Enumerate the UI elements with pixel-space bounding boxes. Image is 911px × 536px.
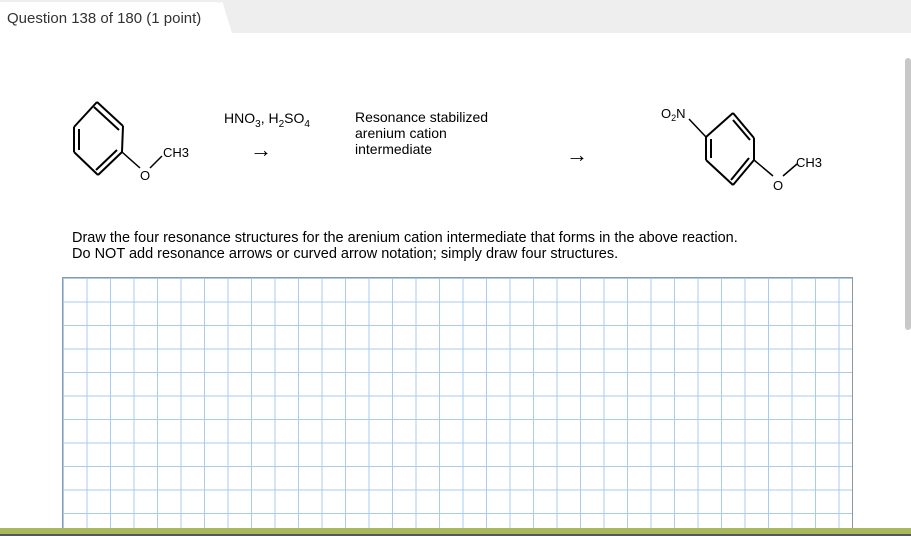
instruction-line: Do NOT add resonance arrows or curved ar… <box>72 246 619 262</box>
footer-bar <box>0 528 911 536</box>
scrollbar[interactable] <box>905 58 911 330</box>
instructions: Draw the four resonance structures for t… <box>72 230 738 262</box>
nitro-group: O2N <box>661 106 686 123</box>
drawing-canvas[interactable] <box>62 277 853 528</box>
reagents: HNO3, H2SO4 <box>224 110 310 130</box>
instruction-line: Draw the four resonance structures for t… <box>72 230 738 246</box>
intermediate-label: Resonance stabilized arenium cation inte… <box>355 109 488 157</box>
product-oxygen: O <box>773 178 783 193</box>
intermediate-line: intermediate <box>355 141 433 157</box>
arrow-2-icon: → <box>566 142 588 167</box>
anisole-methyl: CH3 <box>163 145 189 160</box>
product-methyl: CH3 <box>796 155 822 170</box>
arrow-1-icon: → <box>250 137 272 162</box>
anisole-structure <box>73 101 163 176</box>
anisole-oxygen: O <box>140 168 150 183</box>
nitroanisole-structure <box>688 112 798 186</box>
intermediate-line: arenium cation <box>355 125 447 141</box>
intermediate-line: Resonance stabilized <box>355 109 489 125</box>
